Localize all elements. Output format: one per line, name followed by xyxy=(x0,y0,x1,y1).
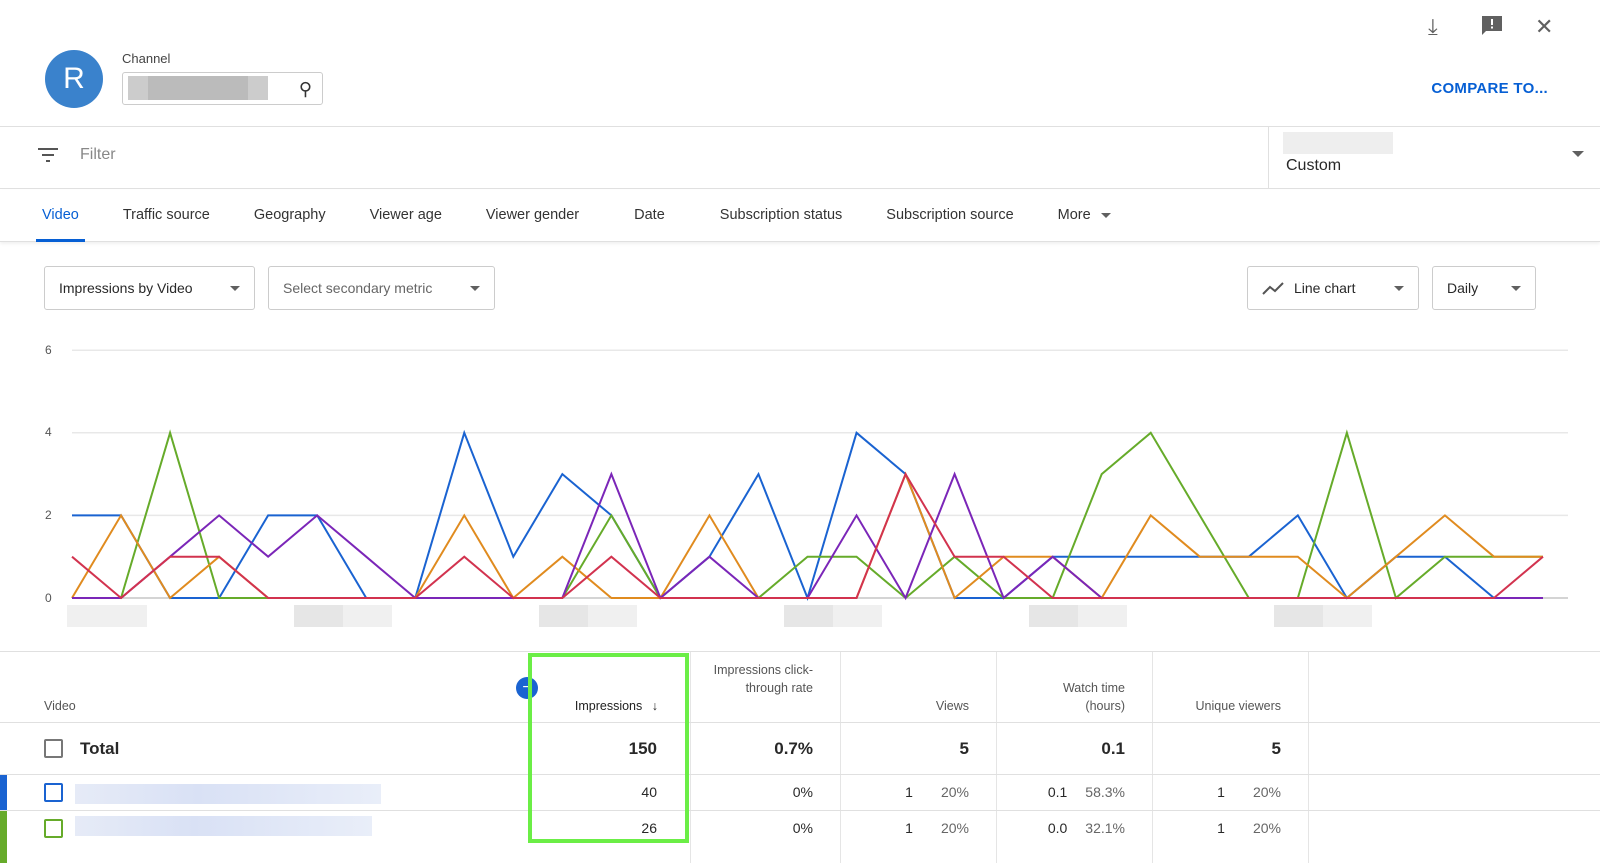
compare-to-button[interactable]: COMPARE TO... xyxy=(1431,80,1548,97)
download-icon[interactable]: ⤓ xyxy=(1428,14,1438,40)
redacted-video-title[interactable] xyxy=(75,816,372,836)
series-color-bar xyxy=(0,775,7,810)
column-divider xyxy=(690,652,691,863)
search-icon[interactable]: ⚲ xyxy=(299,79,312,100)
unique-value: 1 xyxy=(1217,820,1225,836)
primary-metric-dropdown[interactable]: Impressions by Video xyxy=(44,266,255,310)
date-range-dropdown[interactable]: Custom xyxy=(1268,127,1600,188)
tab-traffic-source[interactable]: Traffic source xyxy=(101,190,232,241)
column-header-ctr[interactable]: Impressions click-through rate xyxy=(700,661,813,697)
channel-avatar: R xyxy=(45,50,103,108)
line-chart-icon xyxy=(1262,282,1284,295)
tab-more-label: More xyxy=(1057,207,1091,223)
row-unique-viewers: 1 20% xyxy=(1160,820,1281,836)
views-percent: 20% xyxy=(940,784,969,800)
views-value: 1 xyxy=(905,784,913,800)
channel-label: Channel xyxy=(122,51,171,66)
redacted-date-range xyxy=(1283,132,1393,154)
row-unique-viewers: 1 20% xyxy=(1160,784,1281,800)
total-unique-viewers: 5 xyxy=(1271,739,1281,758)
tab-date[interactable]: Date xyxy=(601,190,698,241)
column-divider xyxy=(840,652,841,863)
column-header-watch-time[interactable]: Watch time (hours) xyxy=(1040,679,1125,715)
impressions-line-chart xyxy=(67,349,1568,627)
divider xyxy=(0,651,1600,652)
row-views: 1 20% xyxy=(850,820,969,836)
redacted-video-title[interactable] xyxy=(75,784,381,804)
views-value: 1 xyxy=(905,820,913,836)
feedback-icon[interactable] xyxy=(1480,14,1504,44)
dropdown-arrow-icon xyxy=(1572,151,1584,157)
redacted-channel-name xyxy=(128,76,268,100)
row-checkbox[interactable] xyxy=(44,783,63,802)
caret-down-icon xyxy=(1100,212,1111,218)
column-divider xyxy=(1308,652,1309,863)
divider xyxy=(0,810,1600,811)
impressions-column-highlight xyxy=(528,653,689,843)
redacted-x-tick-label xyxy=(1274,605,1323,627)
watch-value: 0.1 xyxy=(1047,784,1068,800)
series-color-bar xyxy=(0,811,7,863)
total-label: Total xyxy=(80,739,120,758)
row-ctr: 0% xyxy=(792,820,813,836)
divider xyxy=(0,722,1600,723)
watch-percent: 58.3% xyxy=(1085,784,1125,800)
interval-value: Daily xyxy=(1447,280,1479,296)
views-percent: 20% xyxy=(940,820,969,836)
row-ctr: 0% xyxy=(792,784,813,800)
total-views: 5 xyxy=(959,739,969,758)
tab-video[interactable]: Video xyxy=(20,190,101,242)
total-watch-time: 0.1 xyxy=(1101,739,1125,758)
watch-percent: 32.1% xyxy=(1085,820,1125,836)
unique-percent: 20% xyxy=(1252,784,1281,800)
tab-geography[interactable]: Geography xyxy=(232,190,348,241)
tab-subscription-source[interactable]: Subscription source xyxy=(864,190,1035,241)
tab-viewer-gender[interactable]: Viewer gender xyxy=(464,190,601,241)
redacted-x-tick-label xyxy=(67,605,147,627)
redacted-x-tick-label xyxy=(784,605,833,627)
divider xyxy=(0,188,1600,189)
watch-value: 0.0 xyxy=(1047,820,1068,836)
column-header-video[interactable]: Video xyxy=(44,697,76,715)
series-line[interactable] xyxy=(72,471,1543,601)
tab-viewer-age[interactable]: Viewer age xyxy=(348,190,464,241)
filter-bar[interactable]: Filter xyxy=(38,146,116,164)
unique-value: 1 xyxy=(1217,784,1225,800)
tab-more[interactable]: More xyxy=(1036,190,1133,241)
secondary-metric-dropdown[interactable]: Select secondary metric xyxy=(268,266,495,310)
redacted-x-tick-label xyxy=(294,605,343,627)
redacted-x-tick-label xyxy=(539,605,588,627)
total-ctr: 0.7% xyxy=(774,739,813,758)
close-icon[interactable]: ✕ xyxy=(1535,14,1553,40)
caret-down-icon xyxy=(1394,285,1404,291)
column-divider xyxy=(1152,652,1153,863)
caret-down-icon xyxy=(230,285,240,291)
chart-type-value: Line chart xyxy=(1294,280,1356,296)
total-checkbox[interactable] xyxy=(44,739,63,758)
row-watch-time: 0.0 32.1% xyxy=(1000,820,1125,836)
channel-search-input[interactable]: ⚲ xyxy=(122,72,323,105)
row-watch-time: 0.1 58.3% xyxy=(1000,784,1125,800)
column-divider xyxy=(996,652,997,863)
dimension-tabs: Video Traffic source Geography Viewer ag… xyxy=(0,190,1600,242)
redacted-x-tick-label xyxy=(1029,605,1078,627)
filter-icon xyxy=(38,148,58,162)
column-header-views[interactable]: Views xyxy=(850,697,969,715)
unique-percent: 20% xyxy=(1252,820,1281,836)
row-checkbox[interactable] xyxy=(44,819,63,838)
interval-dropdown[interactable]: Daily xyxy=(1432,266,1536,310)
divider xyxy=(0,774,1600,775)
secondary-metric-placeholder: Select secondary metric xyxy=(283,280,433,296)
date-range-value: Custom xyxy=(1286,157,1342,174)
primary-metric-value: Impressions by Video xyxy=(59,280,193,296)
tab-subscription-status[interactable]: Subscription status xyxy=(698,190,865,241)
row-views: 1 20% xyxy=(850,784,969,800)
caret-down-icon xyxy=(470,285,480,291)
filter-placeholder: Filter xyxy=(80,146,116,163)
column-header-unique-viewers[interactable]: Unique viewers xyxy=(1160,697,1281,715)
chart-type-dropdown[interactable]: Line chart xyxy=(1247,266,1419,310)
caret-down-icon xyxy=(1511,285,1521,291)
